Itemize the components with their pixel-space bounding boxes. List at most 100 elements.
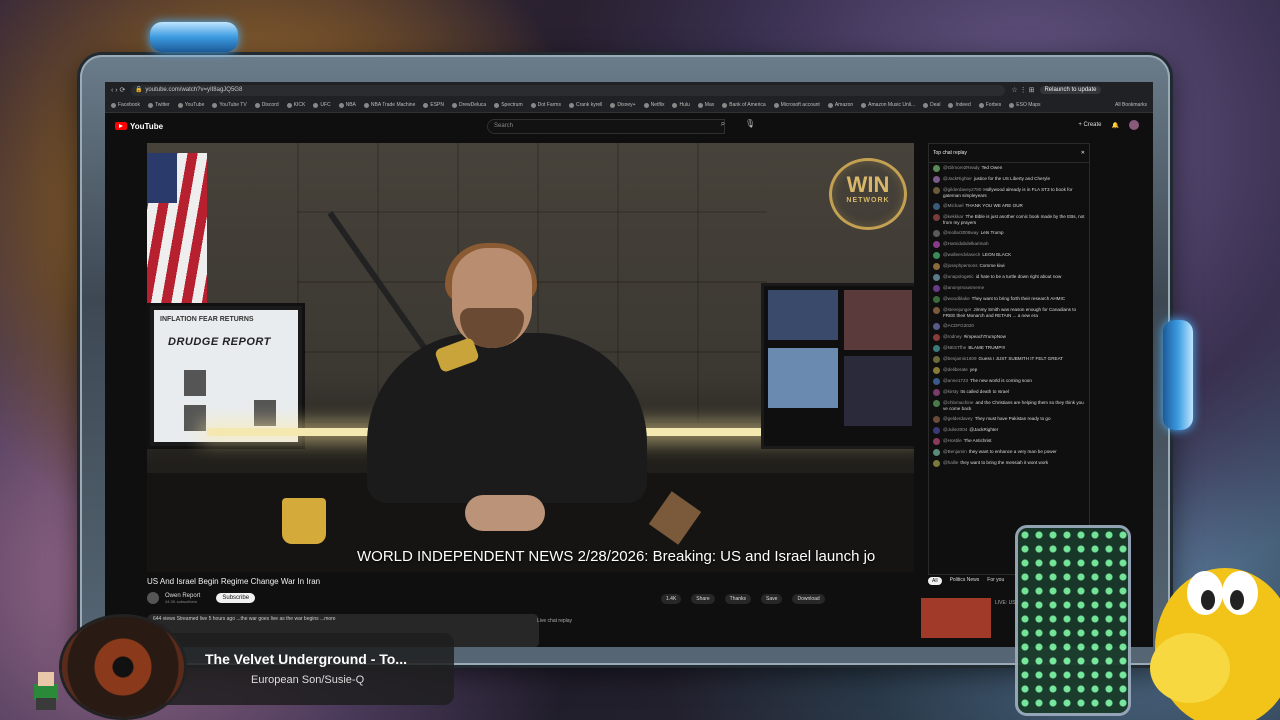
tab-all[interactable]: All (928, 577, 942, 585)
chat-avatar[interactable] (933, 367, 940, 374)
chat-author[interactable]: @walleerdvlasech (943, 252, 980, 257)
chat-avatar[interactable] (933, 378, 940, 385)
chat-author[interactable]: @gilderdavey2780 (943, 187, 981, 192)
url-input[interactable]: 🔒 youtube.com/watch?v=yII8agJQ5G8 (131, 84, 1006, 96)
chat-avatar[interactable] (933, 389, 940, 396)
chat-avatar[interactable] (933, 427, 940, 434)
chat-mode-dropdown[interactable]: Top chat replay (933, 150, 967, 156)
chat-avatar[interactable] (933, 334, 940, 341)
chat-avatar[interactable] (933, 176, 940, 183)
bookmark-item[interactable]: DrewDeluca (451, 102, 486, 108)
thanks-button[interactable]: Thanks (724, 594, 752, 604)
tab-for-you[interactable]: For you (987, 577, 1004, 585)
chat-author[interactable]: @Michael (943, 203, 964, 208)
bookmark-item[interactable]: Facebook (111, 102, 140, 108)
chat-author[interactable]: @ACDFG2020 (943, 323, 974, 328)
bookmark-item[interactable]: UFC (313, 102, 331, 108)
chat-avatar[interactable] (933, 449, 940, 456)
chat-avatar[interactable] (933, 274, 940, 281)
bookmark-item[interactable]: Deal (923, 102, 940, 108)
chat-avatar[interactable] (933, 416, 940, 423)
chat-author[interactable]: @JackRighter (943, 176, 972, 181)
chat-author[interactable]: @benjamin1609 (943, 356, 977, 361)
avatar[interactable] (1129, 120, 1139, 130)
bookmark-item[interactable]: Max (697, 102, 714, 108)
bookmark-item[interactable]: NBA Trade Machine (363, 102, 415, 108)
create-button[interactable]: + Create (1078, 122, 1101, 128)
extension-icons[interactable]: ☆ ⋮ ⊞ (1011, 86, 1034, 94)
save-button[interactable]: Save (761, 594, 783, 604)
bookmark-item[interactable]: ESO Maps (1009, 102, 1040, 108)
chat-author[interactable]: @Julie2004 (943, 427, 967, 432)
bookmark-item[interactable]: Crank kyrell (568, 102, 602, 108)
bookmark-item[interactable]: Discord (254, 102, 279, 108)
download-button[interactable]: Download (792, 594, 825, 604)
chat-avatar[interactable] (933, 460, 940, 467)
chat-author[interactable]: @kekkkar (943, 214, 964, 219)
bookmark-item[interactable]: NBA (338, 102, 356, 108)
bell-icon[interactable]: 🔔 (1112, 122, 1119, 129)
bookmark-item[interactable]: KICK (286, 102, 305, 108)
chat-author[interactable]: @rodney (943, 334, 962, 339)
chat-author[interactable]: @Hamidabdelkarimah (943, 241, 989, 246)
channel-avatar[interactable] (147, 592, 159, 604)
chat-avatar[interactable] (933, 241, 940, 248)
chat-avatar[interactable] (933, 400, 940, 407)
chat-avatar[interactable] (933, 263, 940, 270)
chat-author[interactable]: @mollar3008way (943, 230, 979, 235)
bookmark-item[interactable]: YouTube (177, 102, 204, 108)
channel-name[interactable]: Owen Report (165, 593, 200, 599)
chat-author[interactable]: @anne1723 (943, 378, 968, 383)
bookmark-item[interactable]: Amazon Music Unli... (861, 102, 915, 108)
nav-buttons[interactable]: ‹ › ⟳ (111, 86, 125, 94)
share-button[interactable]: Share (691, 594, 715, 604)
bookmark-item[interactable]: Forbes (978, 102, 1001, 108)
like-button[interactable]: 1.4K (661, 594, 682, 604)
bookmark-item[interactable]: YouTube TV (212, 102, 247, 108)
chat-author[interactable]: @chlomachine (943, 400, 973, 405)
mic-icon[interactable]: 🎙 (745, 119, 755, 128)
chat-author[interactable]: @deliberate (943, 367, 968, 372)
chat-avatar[interactable] (933, 438, 940, 445)
chat-author[interactable]: @Gilmore2Ready (943, 165, 980, 170)
bookmark-item[interactable]: ESPN (423, 102, 444, 108)
bookmark-item[interactable]: Microsoft account (773, 102, 820, 108)
bookmark-item[interactable]: Hulu (672, 102, 690, 108)
recommended-thumbnail[interactable] (921, 598, 991, 638)
bookmark-item[interactable]: Twitter (147, 102, 170, 108)
video-player[interactable]: INFLATION FEAR RETURNS DRUDGE REPORT WIN… (147, 143, 914, 572)
chat-avatar[interactable] (933, 307, 940, 314)
chat-avatar[interactable] (933, 356, 940, 363)
bookmark-item[interactable]: Indeed (948, 102, 971, 108)
chat-avatar[interactable] (933, 296, 940, 303)
youtube-logo[interactable]: YouTube (115, 122, 163, 131)
chat-author[interactable]: @kirsty (943, 389, 958, 394)
bookmark-item[interactable]: Amazon (827, 102, 853, 108)
search-input[interactable]: Search (487, 119, 725, 134)
bookmark-item[interactable]: Dot Farms (530, 102, 561, 108)
bookmark-item[interactable]: Disney+ (610, 102, 636, 108)
chat-avatar[interactable] (933, 285, 940, 292)
chat-avatar[interactable] (933, 230, 940, 237)
relaunch-button[interactable]: Relaunch to update (1040, 86, 1101, 94)
tab-politics[interactable]: Politics News (950, 577, 980, 585)
chat-author[interactable]: @anonymousmeme (943, 285, 984, 290)
chat-avatar[interactable] (933, 214, 940, 221)
chat-author[interactable]: @NESTfhe (943, 345, 966, 350)
bookmark-item[interactable]: Spectrum (494, 102, 523, 108)
bookmark-item[interactable]: Bank of America (722, 102, 766, 108)
chat-author[interactable]: @josephpersons (943, 263, 978, 268)
chat-avatar[interactable] (933, 252, 940, 259)
search-icon[interactable]: ⌕ (713, 119, 733, 134)
bookmark-item[interactable]: Netflix (643, 102, 664, 108)
chat-author[interactable]: @Hostile (943, 438, 962, 443)
close-icon[interactable]: ✕ (1081, 150, 1085, 156)
chat-avatar[interactable] (933, 187, 940, 194)
chat-author[interactable]: @stevejunger (943, 307, 971, 312)
subscribe-button[interactable]: Subscribe (216, 593, 256, 603)
chat-avatar[interactable] (933, 345, 940, 352)
chat-author[interactable]: @hallie (943, 460, 958, 465)
chat-author[interactable]: @woodblake (943, 296, 970, 301)
all-bookmarks-button[interactable]: All Bookmarks (1115, 102, 1147, 108)
chat-avatar[interactable] (933, 165, 940, 172)
